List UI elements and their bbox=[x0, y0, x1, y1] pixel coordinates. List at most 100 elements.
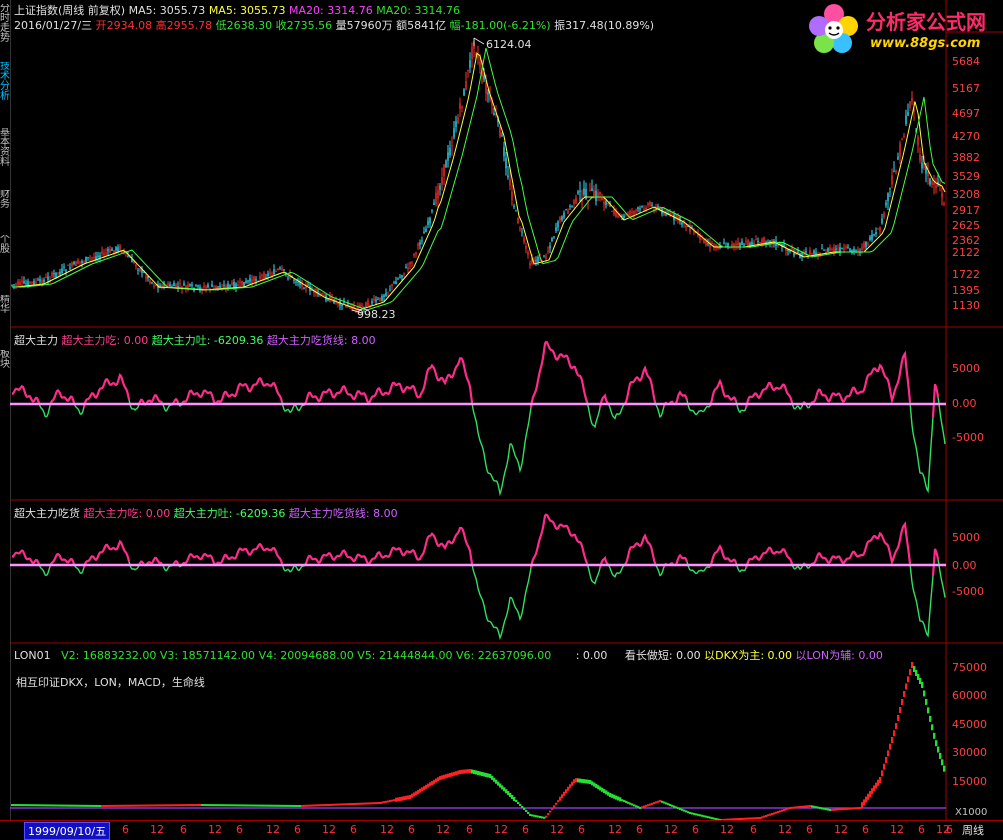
candle-body bbox=[887, 193, 889, 202]
oscillator-positive-line bbox=[11, 549, 41, 565]
oscillator-positive-line bbox=[931, 548, 940, 576]
candle-body bbox=[649, 202, 651, 206]
candle-body bbox=[397, 278, 399, 280]
candle-body bbox=[321, 293, 323, 295]
candle-body bbox=[227, 283, 229, 288]
candle-body bbox=[605, 200, 607, 206]
candle-body bbox=[43, 279, 45, 283]
candle-body bbox=[239, 281, 241, 283]
candle-body bbox=[381, 296, 383, 301]
candle-body bbox=[551, 238, 553, 242]
period-label[interactable]: 周线 bbox=[962, 822, 984, 838]
candle-body bbox=[73, 261, 75, 264]
candle-body bbox=[487, 92, 489, 95]
oscillator-negative-line bbox=[909, 402, 934, 494]
candle-body bbox=[93, 257, 95, 259]
candle-body bbox=[117, 247, 119, 252]
candle-body bbox=[317, 291, 319, 293]
candle-body bbox=[739, 243, 741, 248]
candle-body bbox=[909, 101, 911, 108]
date-tick: 12 bbox=[380, 823, 394, 836]
candle-body bbox=[389, 289, 391, 291]
candle-body bbox=[55, 272, 57, 278]
candle-body bbox=[383, 295, 385, 297]
candle-body bbox=[911, 97, 913, 102]
date-tick: 12 bbox=[208, 823, 222, 836]
lon-bar bbox=[897, 715, 900, 721]
date-tick: 12 bbox=[608, 823, 622, 836]
candle-body bbox=[561, 216, 563, 221]
candle-body bbox=[871, 234, 873, 240]
candle-body bbox=[603, 202, 605, 205]
candle-body bbox=[135, 264, 137, 267]
candle-body bbox=[371, 301, 373, 304]
chart-canvas[interactable]: 6124.04 998.23 bbox=[0, 0, 1003, 820]
candle-body bbox=[115, 247, 117, 251]
lon-bar bbox=[905, 683, 908, 690]
candle-body bbox=[283, 269, 285, 271]
candle-body bbox=[287, 277, 289, 279]
candle-body bbox=[873, 234, 875, 236]
candle-body bbox=[197, 285, 199, 287]
candle-body bbox=[107, 249, 109, 252]
candle-body bbox=[567, 210, 569, 214]
candle-body bbox=[223, 284, 225, 286]
candle-body bbox=[25, 282, 27, 284]
candle-body bbox=[105, 252, 107, 254]
candle-body bbox=[849, 248, 851, 252]
date-tick: 12 bbox=[266, 823, 280, 836]
candle-body bbox=[295, 281, 297, 283]
oscillator-positive-line bbox=[623, 533, 657, 567]
candle-body bbox=[827, 248, 829, 252]
lon-bar bbox=[933, 732, 936, 739]
candle-body bbox=[665, 214, 667, 216]
candle-body bbox=[843, 247, 845, 250]
candle-body bbox=[273, 269, 275, 275]
oscillator-negative-line bbox=[909, 563, 934, 638]
candle-body bbox=[45, 277, 47, 279]
lon-bar bbox=[929, 715, 932, 722]
candle-body bbox=[189, 283, 191, 286]
candle-body bbox=[861, 246, 863, 250]
candle-body bbox=[211, 284, 213, 287]
candle-body bbox=[97, 255, 99, 258]
lon-bar bbox=[885, 757, 888, 763]
candle-body bbox=[685, 225, 687, 228]
candle-body bbox=[613, 209, 615, 215]
candle-body bbox=[559, 217, 561, 221]
candle-body bbox=[537, 256, 539, 262]
candle-body bbox=[31, 281, 33, 283]
candle-body bbox=[467, 69, 469, 72]
candle-body bbox=[17, 281, 19, 286]
lon-bar bbox=[893, 730, 896, 737]
candle-body bbox=[553, 236, 555, 238]
candle-body bbox=[217, 286, 219, 288]
oscillator-positive-line bbox=[303, 357, 474, 405]
candle-body bbox=[425, 228, 427, 232]
candle-body bbox=[621, 215, 623, 217]
candle-body bbox=[499, 126, 501, 137]
lon-plot bbox=[10, 662, 946, 820]
candle-body bbox=[617, 215, 619, 217]
oscillator-negative-line bbox=[607, 564, 625, 578]
candle-body bbox=[555, 227, 557, 231]
date-tick: 12 bbox=[150, 823, 164, 836]
candle-body bbox=[793, 252, 795, 256]
candle-body bbox=[83, 261, 85, 263]
candle-body bbox=[901, 139, 903, 141]
lon-bar bbox=[927, 707, 930, 714]
candle-body bbox=[633, 210, 635, 215]
candle-body bbox=[547, 250, 549, 252]
oscillator-positive-line bbox=[709, 544, 738, 568]
candle-body bbox=[511, 191, 513, 201]
lon-bar bbox=[891, 737, 894, 743]
candle-body bbox=[943, 203, 945, 205]
candle-body bbox=[867, 243, 869, 245]
candle-body bbox=[59, 271, 61, 275]
oscillator-positive-line bbox=[623, 365, 657, 406]
candle-body bbox=[29, 281, 31, 284]
candle-body bbox=[529, 262, 531, 266]
candle-body bbox=[575, 197, 577, 204]
candle-body bbox=[65, 270, 67, 272]
candle-body bbox=[797, 250, 799, 253]
